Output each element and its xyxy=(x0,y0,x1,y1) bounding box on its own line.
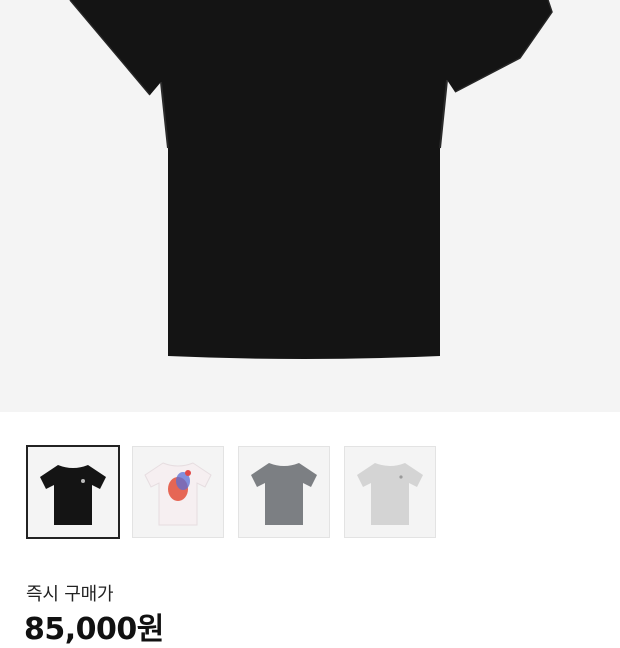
product-main-image[interactable] xyxy=(0,0,620,412)
main-t-shirt-image xyxy=(69,0,553,359)
black-t-shirt-icon xyxy=(40,465,106,525)
thumbnail-gray-t-shirt[interactable] xyxy=(238,446,330,538)
thumbnail-white-graphic-t-shirt[interactable] xyxy=(132,446,224,538)
instant-buy-price-label: 즉시 구매가 xyxy=(26,584,114,605)
light-gray-t-shirt-icon xyxy=(357,463,423,525)
instant-buy-price: 85,000원 xyxy=(24,612,164,647)
thumbnail-light-gray-t-shirt[interactable] xyxy=(344,446,436,538)
thumbnail-black-t-shirt[interactable] xyxy=(26,445,120,539)
gray-t-shirt-icon xyxy=(251,463,317,525)
white-graphic-t-shirt-icon xyxy=(144,462,212,526)
